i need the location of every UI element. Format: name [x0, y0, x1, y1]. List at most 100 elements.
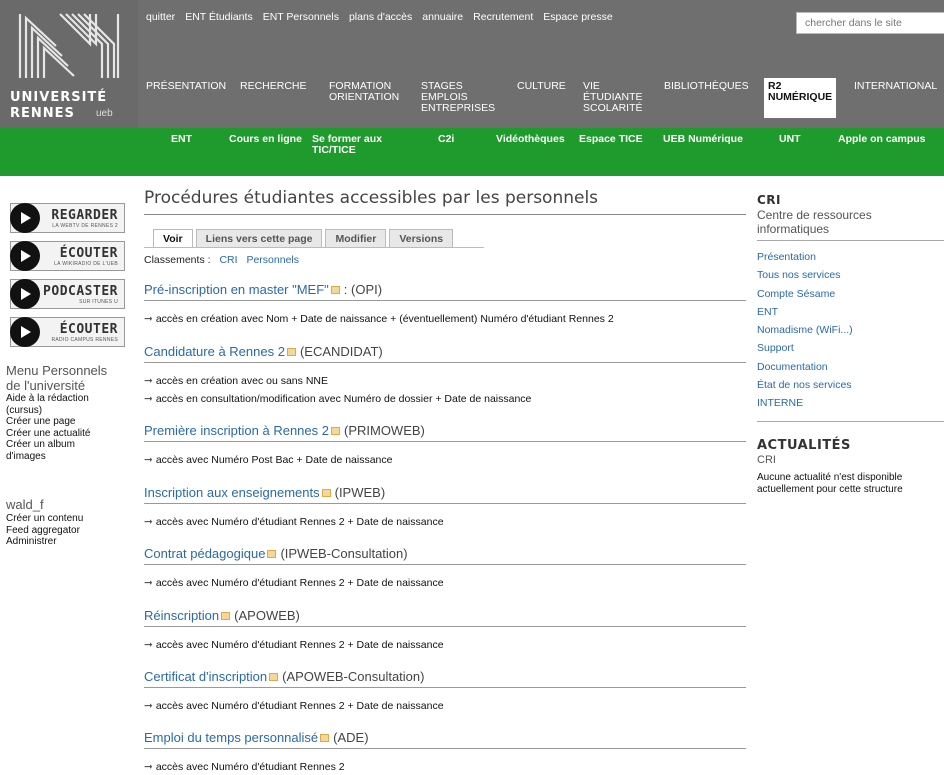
news-heading: ACTUALITÉS [757, 438, 851, 453]
divider [757, 420, 944, 422]
arrow-right-icon: ➞ [144, 516, 153, 528]
subnav-espace-tice[interactable]: Espace TICE [579, 134, 643, 145]
tab-liens[interactable]: Liens vers cette page [195, 229, 323, 248]
top-link-plans-acces[interactable]: plans d'accès [349, 11, 412, 23]
news-box: ACTUALITÉS CRI Aucune actualité n'est di… [757, 438, 944, 496]
top-link-annuaire[interactable]: annuaire [422, 11, 463, 23]
menu-item-administrer[interactable]: Administrer [6, 536, 138, 548]
top-link-quitter[interactable]: quitter [146, 11, 175, 23]
external-link-icon [221, 612, 231, 620]
procedure-link[interactable]: Inscription aux enseignements [144, 485, 320, 500]
menu-item-aide-redaction[interactable]: Aide à la rédaction [6, 393, 138, 405]
play-icon [10, 317, 40, 347]
nav-recherche[interactable]: RECHERCHE [240, 81, 307, 92]
cri-link-compte-sesame[interactable]: Compte Sésame [757, 285, 944, 303]
media-label: ÉCOUTER [59, 322, 118, 337]
divider [757, 240, 944, 241]
cri-link-interne[interactable]: INTERNE [757, 394, 944, 412]
external-link-icon [321, 489, 331, 497]
subnav-cours-en-ligne[interactable]: Cours en ligne [229, 134, 302, 145]
external-link-icon [269, 673, 279, 681]
procedure-link[interactable]: Première inscription à Rennes 2 [144, 423, 329, 438]
nav-international[interactable]: INTERNATIONAL [854, 81, 937, 92]
media-regarder-button[interactable]: REGARDER LA WEBTV DE RENNES 2 [10, 203, 125, 233]
top-link-espace-presse[interactable]: Espace presse [543, 11, 612, 23]
external-link-icon [330, 427, 340, 435]
nav-culture[interactable]: CULTURE [517, 81, 566, 92]
classement-link-cri[interactable]: CRI [219, 254, 237, 266]
subnav-c2i[interactable]: C2i [438, 134, 454, 145]
cri-link-ent[interactable]: ENT [757, 303, 944, 321]
procedure-detail: ➞ accès avec Numéro d'étudiant Rennes 2 +… [144, 577, 444, 589]
procedure-code: (APOWEB) [234, 608, 300, 623]
subnav-ueb-numerique[interactable]: UEB Numérique [663, 134, 743, 145]
media-podcaster-button[interactable]: PODCASTER SUR ITUNES U [10, 279, 125, 309]
subnav-apple-on-campus[interactable]: Apple on campus [838, 134, 926, 145]
cri-link-nomadisme[interactable]: Nomadisme (WiFi...) [757, 321, 944, 339]
subnav-videotheques[interactable]: Vidéothèques [496, 134, 565, 145]
media-ecouter-radio-button[interactable]: ÉCOUTER RADIO CAMPUS RENNES [10, 317, 125, 347]
cri-link-services[interactable]: Tous nos services [757, 266, 944, 284]
menu-item-feed-aggregator[interactable]: Feed aggregator [6, 525, 138, 537]
menu-item-creer-album[interactable]: Créer un album [6, 439, 138, 451]
staff-menu-heading: Menu Personnels [6, 363, 108, 378]
cri-link-documentation[interactable]: Documentation [757, 358, 944, 376]
news-empty-message: Aucune actualité n'est disponible [757, 472, 903, 483]
procedure-link[interactable]: Pré-inscription en master "MEF" [144, 282, 329, 297]
procedure-heading: Contrat pédagogique (IPWEB-Consultation) [144, 546, 746, 565]
page-tabs: Voir Liens vers cette page Modifier Vers… [153, 229, 454, 248]
subnav-se-former[interactable]: Se former aux TIC/TICE [312, 134, 382, 156]
procedure-section: Candidature à Rennes 2 (ECANDIDAT) ➞ accès… [144, 344, 746, 405]
nav-vie-etudiante[interactable]: VIE ÉTUDIANTE SCOLARITÉ [583, 81, 643, 114]
top-link-ent-etudiants[interactable]: ENT Étudiants [185, 11, 253, 23]
cri-subtitle-2: informatiques [757, 222, 830, 236]
tab-modifier[interactable]: Modifier [325, 229, 387, 248]
menu-item-images[interactable]: d'images [6, 451, 138, 463]
procedure-link[interactable]: Candidature à Rennes 2 [144, 344, 285, 359]
university-logo[interactable]: UNIVERSITÉ RENNES ueb [0, 0, 138, 128]
classement-link-personnels[interactable]: Personnels [246, 254, 299, 266]
cri-link-presentation[interactable]: Présentation [757, 248, 944, 266]
menu-item-creer-actualite[interactable]: Créer une actualité [6, 428, 138, 440]
staff-menu: Menu Personnels de l'université Aide à l… [6, 363, 138, 462]
procedure-heading: Candidature à Rennes 2 (ECANDIDAT) [144, 344, 746, 363]
subnav-unt[interactable]: UNT [779, 134, 801, 145]
menu-item-cursus[interactable]: (cursus) [6, 405, 138, 417]
procedure-section: Emploi du temps personnalisé (ADE) ➞ accès… [144, 730, 746, 773]
procedure-link[interactable]: Contrat pédagogique [144, 546, 265, 561]
nav-bibliotheques[interactable]: BIBLIOTHÈQUES [664, 81, 749, 92]
nav-r2-numerique[interactable]: R2 NUMÉRIQUE [764, 78, 837, 118]
top-link-ent-personnels[interactable]: ENT Personnels [263, 11, 339, 23]
subnav-ent[interactable]: ENT [171, 134, 192, 145]
procedure-section: Inscription aux enseignements (IPWEB) ➞ ac… [144, 485, 746, 528]
arrow-right-icon: ➞ [144, 700, 153, 712]
procedure-detail: ➞ accès en création avec ou sans NNE [144, 375, 328, 387]
nav-formation-orientation[interactable]: FORMATION ORIENTATION [329, 81, 399, 103]
menu-item-creer-contenu[interactable]: Créer un contenu [6, 513, 138, 525]
tab-voir[interactable]: Voir [153, 229, 193, 248]
search-input[interactable] [796, 12, 944, 34]
cri-link-etat-services[interactable]: État de nos services [757, 376, 944, 394]
top-link-recrutement[interactable]: Recrutement [473, 11, 533, 23]
procedure-detail: ➞ accès avec Numéro d'étudiant Rennes 2 +… [144, 639, 444, 651]
procedure-detail: ➞ accès avec Numéro Post Bac + Date de na… [144, 454, 393, 466]
tab-versions[interactable]: Versions [389, 229, 454, 248]
procedure-link[interactable]: Réinscription [144, 608, 219, 623]
nav-stages-emplois[interactable]: STAGES EMPLOIS ENTREPRISES [421, 81, 495, 114]
nav-presentation[interactable]: PRÉSENTATION [146, 81, 226, 92]
procedure-heading: Pré-inscription en master "MEF": (OPI) [144, 282, 746, 301]
cri-link-support[interactable]: Support [757, 339, 944, 357]
procedure-heading: Réinscription (APOWEB) [144, 608, 746, 627]
arrow-right-icon: ➞ [144, 639, 153, 651]
media-label: PODCASTER [43, 284, 118, 299]
page-title: Procédures étudiantes accessibles par le… [144, 188, 746, 215]
play-icon [10, 203, 40, 233]
cri-subtitle: Centre de ressources [757, 208, 872, 222]
procedure-link[interactable]: Emploi du temps personnalisé [144, 730, 318, 745]
media-ecouter-button[interactable]: ÉCOUTER LA WIKIRADIO DE L'UEB [10, 241, 125, 271]
classements: Classements : CRI Personnels [144, 254, 299, 266]
procedure-link[interactable]: Certificat d'inscription [144, 669, 267, 684]
menu-item-creer-page[interactable]: Créer une page [6, 416, 138, 428]
procedure-code: (IPWEB) [334, 485, 386, 500]
procedure-heading: Inscription aux enseignements (IPWEB) [144, 485, 746, 504]
